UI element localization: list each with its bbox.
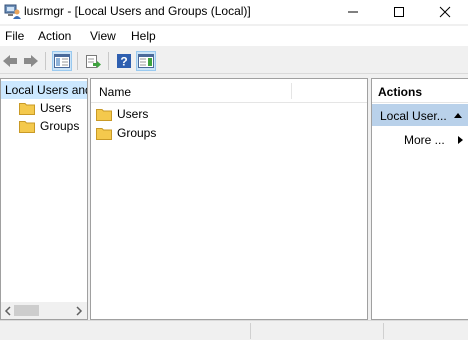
back-button[interactable] <box>0 51 20 71</box>
minimize-button[interactable] <box>330 0 376 24</box>
actions-group-local-users[interactable]: Local User... <box>372 104 468 126</box>
actions-group-label: Local User... <box>380 109 447 123</box>
scrollbar-thumb[interactable] <box>14 305 39 316</box>
toolbar: ? <box>0 48 468 74</box>
actions-header: Actions <box>372 79 468 103</box>
close-button[interactable] <box>422 0 468 24</box>
status-divider <box>383 323 384 339</box>
back-arrow-icon <box>3 55 17 67</box>
tree-item-label: Groups <box>40 119 80 133</box>
users-computer-icon <box>4 4 21 19</box>
svg-text:?: ? <box>120 55 127 69</box>
status-bar <box>0 320 468 340</box>
forward-button[interactable] <box>21 51 41 71</box>
horizontal-scrollbar[interactable] <box>1 302 87 319</box>
tree-item-label: Local Users and Groups (Local) <box>5 83 87 97</box>
console-tree-pane[interactable]: Local Users and Groups (Local) Users Gro… <box>0 78 88 320</box>
show-hide-action-pane-button[interactable] <box>136 51 156 71</box>
result-list-pane[interactable]: Name Users Groups <box>90 78 368 320</box>
close-icon <box>439 6 451 18</box>
folder-icon <box>96 127 112 140</box>
menu-bar: File Action View Help <box>0 26 468 46</box>
toolbar-separator <box>45 52 46 70</box>
show-hide-action-pane-icon <box>138 54 154 68</box>
submenu-arrow-icon[interactable] <box>456 135 464 145</box>
window-title: lusrmgr - [Local Users and Groups (Local… <box>24 4 251 18</box>
scroll-right-icon[interactable] <box>74 306 84 316</box>
column-divider[interactable] <box>291 83 292 99</box>
collapse-up-icon[interactable] <box>453 111 463 119</box>
minimize-icon <box>348 11 358 13</box>
more-actions-item[interactable]: More ... <box>404 133 445 147</box>
actions-pane: Actions Local User... More ... <box>371 78 468 320</box>
show-hide-console-tree-icon <box>54 54 70 68</box>
maximize-button[interactable] <box>376 0 422 24</box>
tree-item-label: Users <box>40 101 72 115</box>
title-bar: lusrmgr - [Local Users and Groups (Local… <box>0 0 468 24</box>
menu-file[interactable]: File <box>5 29 24 43</box>
folder-icon <box>19 120 35 133</box>
tree-item-users[interactable]: Users <box>1 99 71 117</box>
folder-icon <box>19 102 35 115</box>
maximize-icon <box>394 7 404 17</box>
show-hide-console-tree-button[interactable] <box>52 51 72 71</box>
help-icon: ? <box>117 54 131 69</box>
list-item[interactable]: Groups <box>96 124 156 142</box>
menu-view[interactable]: View <box>90 29 116 43</box>
column-header[interactable]: Name <box>91 79 367 103</box>
tree-item-local-users-and-groups[interactable]: Local Users and Groups (Local) <box>1 81 87 99</box>
list-item-label: Users <box>117 107 149 121</box>
forward-arrow-icon <box>24 55 38 67</box>
menu-action[interactable]: Action <box>38 29 71 43</box>
scroll-left-icon[interactable] <box>3 306 13 316</box>
folder-icon <box>96 108 112 121</box>
column-header-name[interactable]: Name <box>99 85 131 99</box>
list-item-label: Groups <box>117 126 157 140</box>
menu-help[interactable]: Help <box>131 29 156 43</box>
toolbar-separator <box>77 52 78 70</box>
tree-item-groups[interactable]: Groups <box>1 117 79 135</box>
toolbar-separator <box>108 52 109 70</box>
export-list-button[interactable] <box>83 51 103 71</box>
list-item[interactable]: Users <box>96 105 148 123</box>
export-list-icon <box>86 55 101 68</box>
help-button[interactable]: ? <box>114 51 134 71</box>
status-divider <box>250 323 251 339</box>
